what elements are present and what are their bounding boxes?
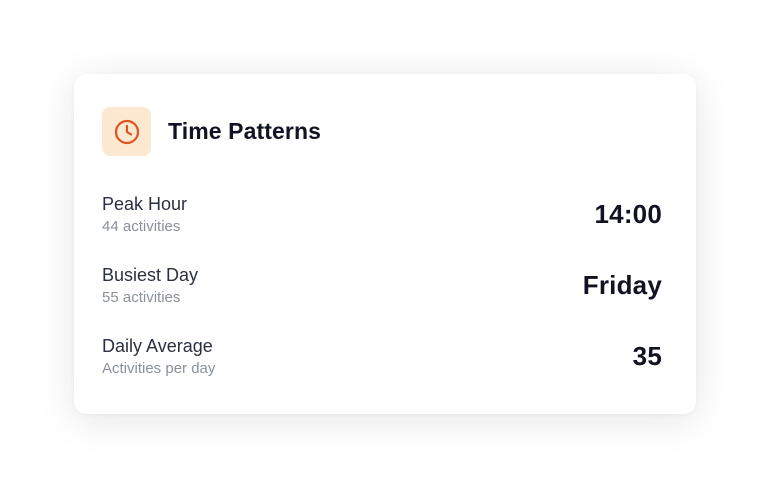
- stat-label: Busiest Day: [102, 265, 199, 285]
- stat-label: Peak Hour: [102, 194, 188, 214]
- page-background: Time Patterns Peak Hour 44 activities 14…: [0, 0, 770, 488]
- stat-value: 35: [632, 341, 662, 371]
- stat-row-peak-hour: Peak Hour 44 activities 14:00: [102, 193, 662, 236]
- stat-label: Daily Average: [102, 336, 213, 356]
- stat-labels: Busiest Day 55 activities: [102, 264, 198, 307]
- stat-sublabel: 44 activities: [102, 218, 181, 235]
- stat-labels: Peak Hour 44 activities: [102, 193, 187, 236]
- stat-labels: Daily Average Activities per day: [102, 335, 215, 378]
- clock-icon: [114, 119, 139, 144]
- stat-row-busiest-day: Busiest Day 55 activities Friday: [102, 264, 662, 307]
- card-header: Time Patterns: [102, 107, 321, 156]
- card-title: Time Patterns: [168, 118, 321, 144]
- stat-sublabel: 55 activities: [102, 289, 181, 306]
- stat-sublabel: Activities per day: [102, 360, 216, 377]
- stat-value: 14:00: [594, 199, 662, 229]
- stat-row-daily-average: Daily Average Activities per day 35: [102, 335, 662, 378]
- time-patterns-card: Time Patterns Peak Hour 44 activities 14…: [74, 74, 696, 414]
- clock-icon-container: [102, 107, 151, 156]
- stat-value: Friday: [582, 270, 662, 300]
